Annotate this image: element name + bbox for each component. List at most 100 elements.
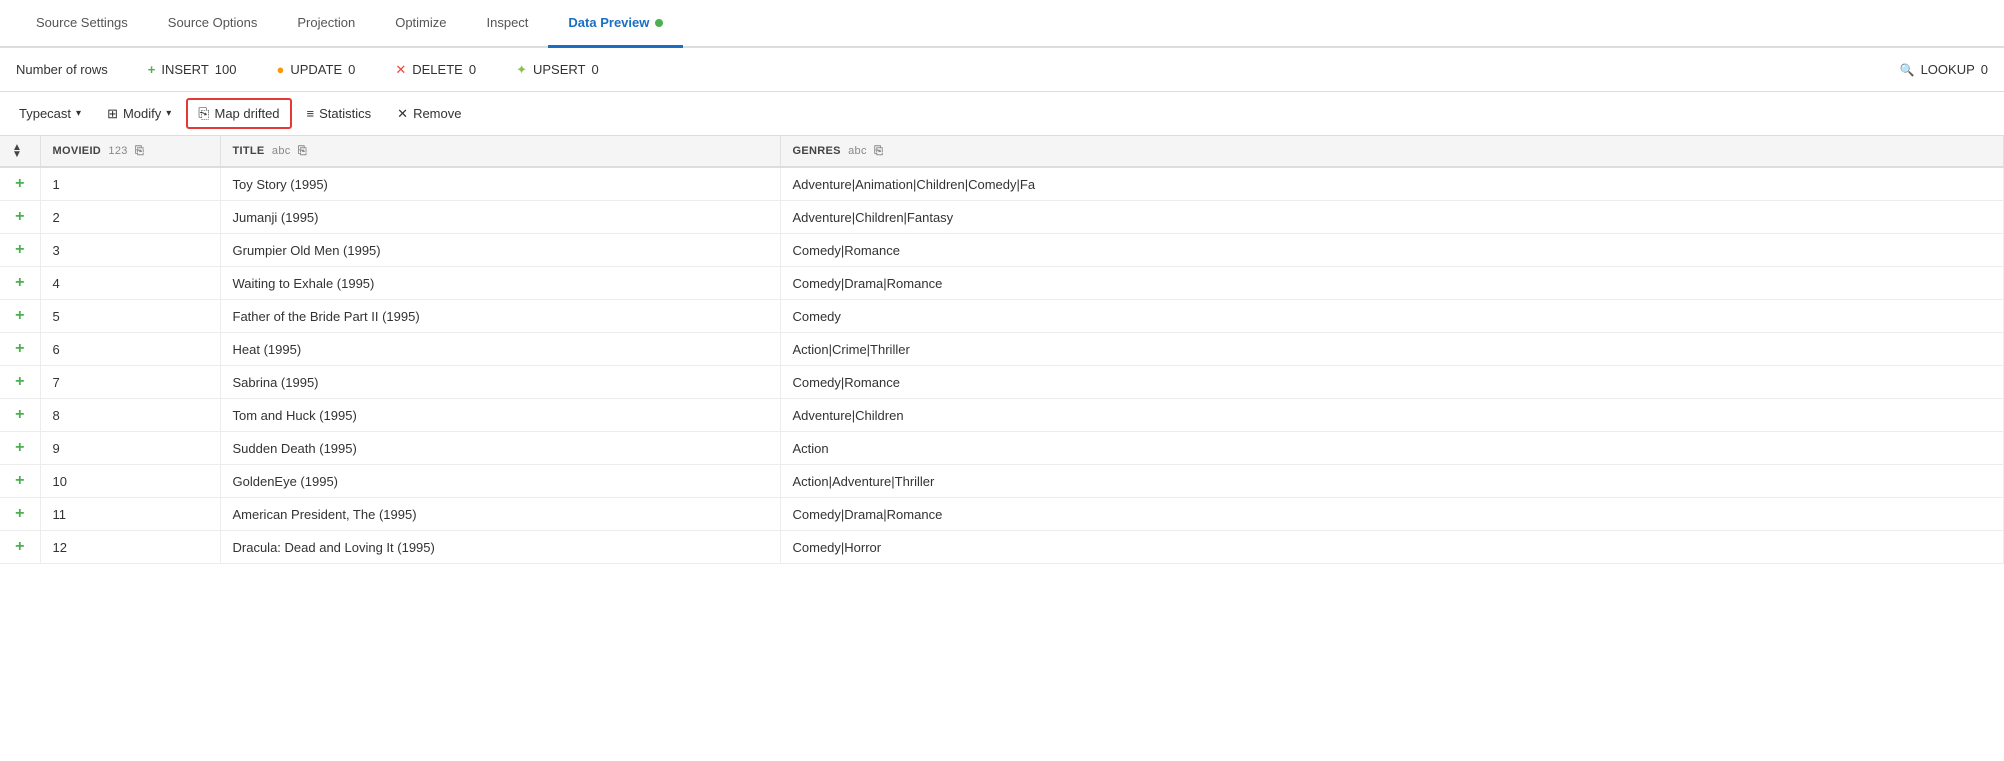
row-genres: Comedy|Romance	[780, 234, 2004, 267]
row-title: American President, The (1995)	[220, 498, 780, 531]
table-row: + 2 Jumanji (1995) Adventure|Children|Fa…	[0, 201, 2004, 234]
table-row: + 11 American President, The (1995) Come…	[0, 498, 2004, 531]
table-row: + 7 Sabrina (1995) Comedy|Romance	[0, 366, 2004, 399]
upsert-label: UPSERT	[533, 62, 586, 77]
remove-label: Remove	[413, 106, 461, 121]
map-drifted-icon: ⎘	[198, 105, 209, 122]
th-title-edit-icon[interactable]: ⎘	[298, 145, 307, 157]
row-add-button[interactable]: +	[0, 267, 40, 300]
th-genres-edit-icon[interactable]: ⎘	[874, 145, 883, 157]
table-body: + 1 Toy Story (1995) Adventure|Animation…	[0, 167, 2004, 564]
tab-projection[interactable]: Projection	[277, 0, 375, 48]
row-add-button[interactable]: +	[0, 531, 40, 564]
row-title: GoldenEye (1995)	[220, 465, 780, 498]
data-table-container: ▲ ▼ MOVIEID 123 ⎘ TITLE abc ⎘ GENRES abc	[0, 136, 2004, 761]
delete-count: 0	[469, 62, 476, 77]
remove-button[interactable]: ✕ Remove	[386, 100, 472, 128]
row-add-button[interactable]: +	[0, 167, 40, 201]
tab-inspect[interactable]: Inspect	[467, 0, 549, 48]
row-add-button[interactable]: +	[0, 333, 40, 366]
row-movieid: 7	[40, 366, 220, 399]
row-add-button[interactable]: +	[0, 201, 40, 234]
row-add-button[interactable]: +	[0, 399, 40, 432]
row-movieid: 10	[40, 465, 220, 498]
statistics-icon: ≡	[307, 106, 315, 121]
tab-optimize[interactable]: Optimize	[375, 0, 466, 48]
table-row: + 4 Waiting to Exhale (1995) Comedy|Dram…	[0, 267, 2004, 300]
row-genres: Comedy|Drama|Romance	[780, 267, 2004, 300]
data-table: ▲ ▼ MOVIEID 123 ⎘ TITLE abc ⎘ GENRES abc	[0, 136, 2004, 564]
th-movieid-label: MOVIEID	[53, 145, 102, 157]
row-title: Tom and Huck (1995)	[220, 399, 780, 432]
sort-arrows: ▲ ▼	[12, 144, 22, 158]
row-genres: Comedy|Drama|Romance	[780, 498, 2004, 531]
row-add-button[interactable]: +	[0, 234, 40, 267]
th-actions: ▲ ▼	[0, 136, 40, 167]
table-row: + 8 Tom and Huck (1995) Adventure|Childr…	[0, 399, 2004, 432]
row-genres: Comedy|Horror	[780, 531, 2004, 564]
update-stat: ● UPDATE 0	[276, 62, 355, 77]
row-title: Father of the Bride Part II (1995)	[220, 300, 780, 333]
th-title-label: TITLE	[233, 145, 265, 157]
row-movieid: 4	[40, 267, 220, 300]
th-movieid-edit-icon[interactable]: ⎘	[135, 145, 144, 157]
delete-label: DELETE	[412, 62, 463, 77]
tab-source-options[interactable]: Source Options	[148, 0, 278, 48]
lookup-stat: 🔍 LOOKUP 0	[1900, 62, 1988, 77]
row-movieid: 12	[40, 531, 220, 564]
statistics-label: Statistics	[319, 106, 371, 121]
lookup-count: 0	[1981, 62, 1988, 77]
row-genres: Action	[780, 432, 2004, 465]
typecast-label: Typecast	[19, 106, 71, 121]
row-movieid: 6	[40, 333, 220, 366]
rows-label: Number of rows	[16, 62, 108, 77]
table-row: + 5 Father of the Bride Part II (1995) C…	[0, 300, 2004, 333]
th-title[interactable]: TITLE abc ⎘	[220, 136, 780, 167]
row-title: Heat (1995)	[220, 333, 780, 366]
row-movieid: 1	[40, 167, 220, 201]
th-genres-label: GENRES	[793, 145, 841, 157]
th-movieid[interactable]: MOVIEID 123 ⎘	[40, 136, 220, 167]
row-genres: Adventure|Children|Fantasy	[780, 201, 2004, 234]
update-label: UPDATE	[290, 62, 342, 77]
row-title: Jumanji (1995)	[220, 201, 780, 234]
row-add-button[interactable]: +	[0, 366, 40, 399]
row-title: Sabrina (1995)	[220, 366, 780, 399]
modify-icon: ⊞	[107, 106, 118, 122]
row-add-button[interactable]: +	[0, 465, 40, 498]
row-title: Toy Story (1995)	[220, 167, 780, 201]
typecast-button[interactable]: Typecast ▾	[8, 100, 92, 127]
map-drifted-button[interactable]: ⎘ Map drifted	[186, 98, 291, 129]
row-title: Waiting to Exhale (1995)	[220, 267, 780, 300]
row-genres: Action|Crime|Thriller	[780, 333, 2004, 366]
row-add-button[interactable]: +	[0, 300, 40, 333]
row-add-button[interactable]: +	[0, 498, 40, 531]
top-nav: Source Settings Source Options Projectio…	[0, 0, 2004, 48]
row-movieid: 2	[40, 201, 220, 234]
update-count: 0	[348, 62, 355, 77]
stats-bar: Number of rows + INSERT 100 ● UPDATE 0 ✕…	[0, 48, 2004, 92]
lookup-icon: 🔍	[1900, 63, 1915, 77]
th-genres[interactable]: GENRES abc ⎘	[780, 136, 2004, 167]
upsert-count: 0	[591, 62, 598, 77]
insert-icon: +	[148, 62, 156, 77]
row-movieid: 9	[40, 432, 220, 465]
row-movieid: 5	[40, 300, 220, 333]
modify-button[interactable]: ⊞ Modify ▾	[96, 100, 182, 128]
remove-icon: ✕	[397, 106, 408, 122]
row-movieid: 3	[40, 234, 220, 267]
th-genres-type: abc	[848, 145, 867, 157]
active-dot	[655, 19, 663, 27]
delete-stat: ✕ DELETE 0	[395, 62, 476, 78]
row-add-button[interactable]: +	[0, 432, 40, 465]
tab-source-settings[interactable]: Source Settings	[16, 0, 148, 48]
upsert-icon: ✦	[516, 62, 527, 78]
typecast-chevron: ▾	[76, 108, 81, 119]
table-row: + 9 Sudden Death (1995) Action	[0, 432, 2004, 465]
lookup-label: LOOKUP	[1921, 62, 1975, 77]
tab-data-preview[interactable]: Data Preview	[548, 0, 683, 48]
row-title: Sudden Death (1995)	[220, 432, 780, 465]
statistics-button[interactable]: ≡ Statistics	[296, 100, 383, 127]
update-icon: ●	[276, 62, 284, 77]
th-title-type: abc	[272, 145, 291, 157]
